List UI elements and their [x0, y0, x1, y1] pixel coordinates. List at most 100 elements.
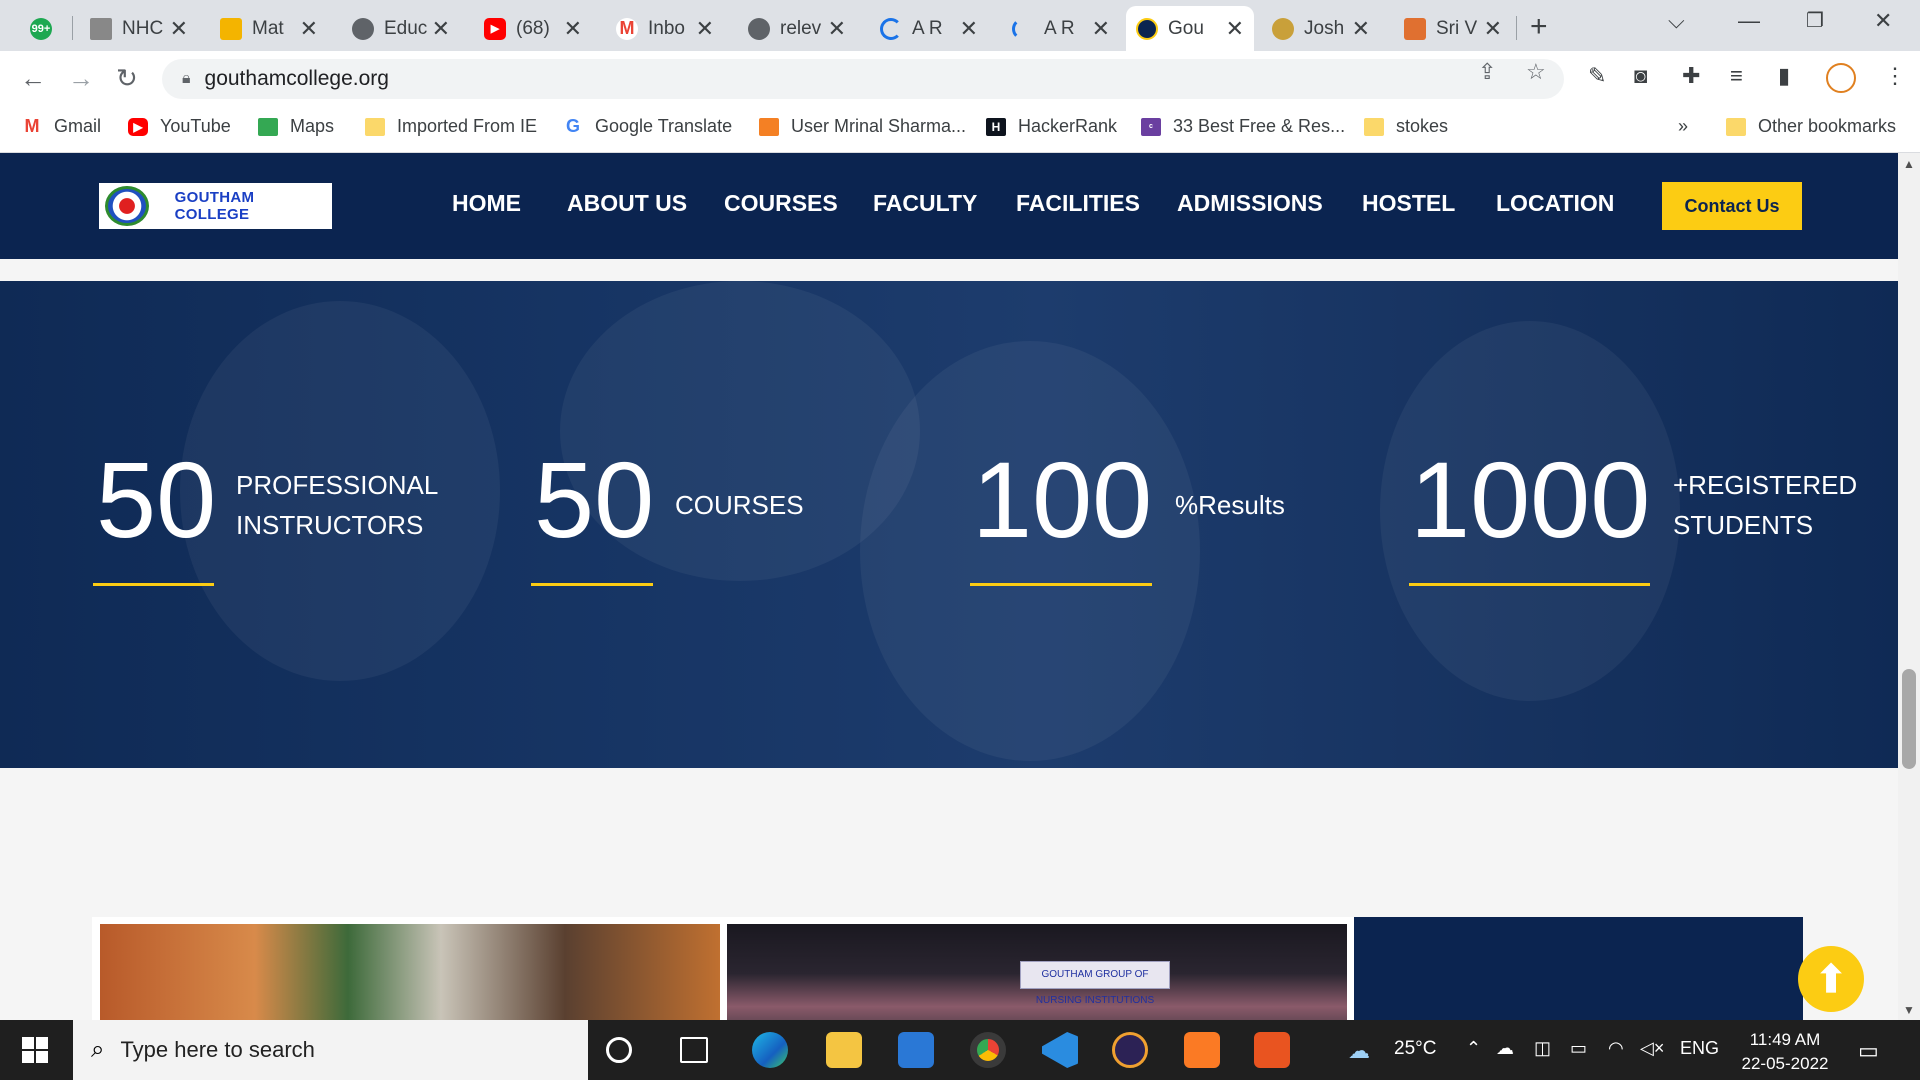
bookmark-youtube[interactable]: ▶ YouTube [128, 116, 231, 137]
language-indicator[interactable]: ENG [1680, 1038, 1719, 1059]
close-tab-icon[interactable]: ✕ [1352, 16, 1370, 42]
bookmark-stackoverflow[interactable]: User Mrinal Sharma... [759, 116, 966, 137]
tab-sriv[interactable]: Sri V ✕ [1394, 6, 1512, 51]
college-logo[interactable]: GOUTHAM COLLEGE [99, 183, 332, 229]
close-tab-icon[interactable]: ✕ [696, 16, 714, 42]
tab-whatsapp[interactable]: 99+ [20, 6, 70, 51]
eclipse-icon[interactable] [1112, 1032, 1148, 1068]
gallery-photo-event-stage[interactable] [100, 924, 720, 1034]
profile-avatar[interactable] [1826, 63, 1856, 93]
goutham-icon [1136, 17, 1158, 40]
bookmark-star-icon[interactable]: ☆ [1526, 59, 1546, 85]
tab-goutham-active[interactable]: Gou ✕ [1126, 6, 1254, 51]
close-tab-icon[interactable]: ✕ [564, 16, 582, 42]
notifications-icon[interactable]: ▭ [1858, 1038, 1879, 1064]
tab-josh[interactable]: Josh ✕ [1262, 6, 1380, 51]
close-window-icon[interactable]: ✕ [1874, 8, 1892, 34]
close-tab-icon[interactable]: ✕ [960, 16, 978, 42]
tab-educ[interactable]: Educ ✕ [342, 6, 460, 51]
nav-home[interactable]: HOME [452, 190, 521, 217]
share-icon[interactable]: ⇪ [1478, 59, 1496, 85]
stat-label-line: INSTRUCTORS [236, 510, 424, 540]
new-tab-icon[interactable]: + [1530, 10, 1548, 44]
contact-us-button[interactable]: Contact Us [1662, 182, 1802, 230]
edge-browser-icon[interactable] [752, 1032, 788, 1068]
mail-icon[interactable] [898, 1032, 934, 1068]
windows-taskbar: ⌕ Type here to search ☁ 25°C ⌃ ☁ ◫ ▭ ◠ ◁… [0, 1020, 1920, 1080]
tray-chevron-up-icon[interactable]: ⌃ [1466, 1038, 1481, 1059]
close-tab-icon[interactable]: ✕ [170, 16, 188, 42]
extensions-puzzle-icon[interactable]: ✚ [1682, 63, 1700, 89]
weather-cloud-icon[interactable]: ☁ [1348, 1038, 1370, 1064]
scroll-to-top-button[interactable]: ⬆ [1798, 946, 1864, 1012]
bookmark-google-translate[interactable]: G Google Translate [563, 116, 732, 137]
battery-icon[interactable]: ▭ [1570, 1038, 1587, 1059]
close-tab-icon[interactable]: ✕ [1226, 16, 1244, 42]
scroll-up-arrow-icon[interactable]: ▲ [1903, 157, 1915, 171]
tab-inbox[interactable]: M Inbo ✕ [606, 6, 724, 51]
taskbar-search-box[interactable]: ⌕ Type here to search [73, 1020, 588, 1080]
bookmark-hackerrank[interactable]: H HackerRank [986, 116, 1117, 137]
nav-hostel[interactable]: HOSTEL [1362, 190, 1455, 217]
bookmark-colorlib[interactable]: c 33 Best Free & Res... [1141, 116, 1345, 137]
weather-temperature[interactable]: 25°C [1394, 1038, 1436, 1060]
restore-icon[interactable]: ❐ [1806, 8, 1824, 33]
tab-ar-2[interactable]: A R ✕ [1002, 6, 1120, 51]
chrome-icon[interactable] [970, 1032, 1006, 1068]
folder-icon [1364, 117, 1384, 136]
bookmark-imported-from-ie[interactable]: Imported From IE [365, 116, 537, 137]
pen-extension-icon[interactable]: ✎ [1588, 63, 1606, 89]
reload-icon[interactable]: ↻ [116, 63, 138, 94]
close-tab-icon[interactable]: ✕ [300, 16, 318, 42]
url-text[interactable]: gouthamcollege.org [205, 67, 389, 91]
classroom-icon [220, 17, 242, 40]
close-tab-icon[interactable]: ✕ [828, 16, 846, 42]
tab-search-chevron-icon[interactable]: ⌵ [1668, 8, 1685, 34]
tab-relev[interactable]: relev ✕ [738, 6, 856, 51]
close-tab-icon[interactable]: ✕ [1484, 16, 1502, 42]
onedrive-icon[interactable]: ☁ [1496, 1038, 1514, 1059]
bookmark-other-bookmarks[interactable]: Other bookmarks [1726, 116, 1896, 137]
close-tab-icon[interactable]: ✕ [1092, 16, 1110, 42]
cortana-icon[interactable] [606, 1037, 632, 1063]
nav-faculty[interactable]: FACULTY [873, 190, 977, 217]
bookmark-maps[interactable]: Maps [258, 116, 334, 137]
bookmarks-bar: M Gmail ▶ YouTube Maps Imported From IE … [0, 106, 1920, 153]
taskbar-clock[interactable]: 11:49 AM 22-05-2022 [1720, 1028, 1850, 1076]
address-bar[interactable]: 🔒︎ gouthamcollege.org [162, 59, 1564, 99]
minimize-icon[interactable]: — [1738, 8, 1760, 34]
close-tab-icon[interactable]: ✕ [432, 16, 450, 42]
media-control-icon[interactable]: ≡ [1730, 63, 1743, 89]
nav-about-us[interactable]: ABOUT US [567, 190, 687, 217]
side-panel-icon[interactable]: ▮ [1778, 63, 1790, 89]
scroll-down-arrow-icon[interactable]: ▼ [1903, 1003, 1915, 1017]
site-icon [90, 17, 112, 40]
forward-arrow-icon[interactable]: → [68, 63, 94, 94]
nav-location[interactable]: LOCATION [1496, 190, 1614, 217]
file-explorer-icon[interactable] [826, 1032, 862, 1068]
task-view-icon[interactable] [680, 1037, 708, 1063]
camera-extension-icon[interactable]: ◙ [1634, 63, 1647, 89]
tab-ar-1[interactable]: A R ✕ [870, 6, 988, 51]
scrollbar-thumb[interactable] [1902, 669, 1916, 769]
tab-nhc[interactable]: NHC ✕ [80, 6, 198, 51]
speaker-muted-icon[interactable]: ◁× [1640, 1038, 1664, 1059]
ubuntu-icon[interactable] [1254, 1032, 1290, 1068]
bookmark-gmail[interactable]: M Gmail [22, 116, 102, 137]
wifi-icon[interactable]: ◠ [1608, 1038, 1624, 1059]
folder-icon [365, 117, 385, 136]
back-arrow-icon[interactable]: ← [20, 63, 46, 94]
tab-youtube[interactable]: ▶ (68) ✕ [474, 6, 592, 51]
nav-courses[interactable]: COURSES [724, 190, 838, 217]
meet-now-icon[interactable]: ◫ [1534, 1038, 1551, 1059]
vscode-icon[interactable] [1042, 1032, 1078, 1068]
menu-kebab-icon[interactable]: ⋮ [1884, 63, 1906, 89]
more-bookmarks-chevron[interactable]: » [1678, 116, 1688, 137]
windows-start-icon[interactable] [22, 1037, 48, 1063]
nav-admissions[interactable]: ADMISSIONS [1177, 190, 1323, 217]
nav-facilities[interactable]: FACILITIES [1016, 190, 1140, 217]
tab-mat[interactable]: Mat ✕ [210, 6, 328, 51]
bookmark-stokes[interactable]: stokes [1364, 116, 1448, 137]
page-scrollbar[interactable]: ▲ ▼ [1898, 153, 1920, 1020]
xampp-icon[interactable] [1184, 1032, 1220, 1068]
